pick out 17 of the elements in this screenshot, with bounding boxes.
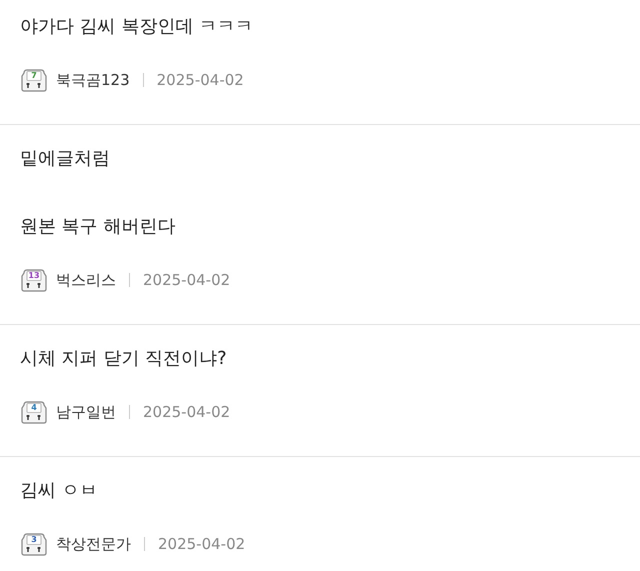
level-badge-icon: 7 [20, 67, 48, 93]
comment-text: 야가다 김씨 복장인데 ㅋㅋㅋ [20, 15, 254, 39]
author-name[interactable]: 벅스리스 [56, 270, 116, 290]
level-badge-icon: 3 [20, 531, 48, 557]
comment-text: 김씨 ㅇㅂ [20, 479, 99, 503]
author-name[interactable]: 북극곰123 [56, 70, 130, 90]
author-name[interactable]: 남구일번 [56, 402, 116, 422]
comment-text: 시체 지퍼 닫기 직전이냐? [20, 347, 228, 371]
comment-text: 원본 복구 해버린다 [20, 215, 176, 239]
comment-date: 2025-04-02 [143, 403, 230, 421]
comment-date: 2025-04-02 [143, 271, 230, 289]
comment-date: 2025-04-02 [156, 71, 244, 89]
comment-date: 2025-04-02 [158, 535, 246, 553]
level-badge-icon: 4 [20, 399, 48, 425]
author-name[interactable]: 착상전문가 [56, 534, 131, 554]
comment-text: 밑에글처럼 [20, 147, 111, 171]
level-badge-icon: 13 [20, 267, 48, 293]
